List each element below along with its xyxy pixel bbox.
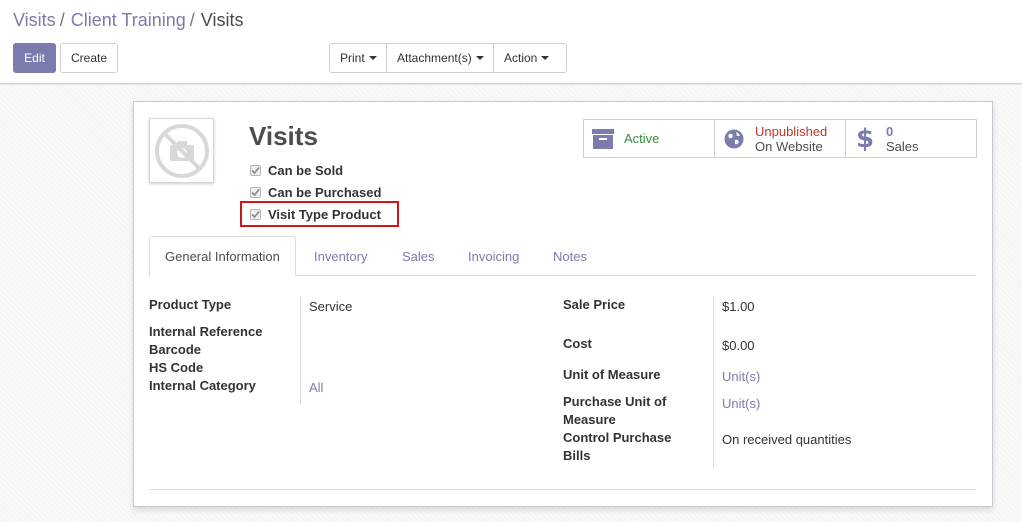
- purchase-uom-label-line1: Purchase Unit of: [563, 394, 667, 409]
- sales-label: Sales: [886, 138, 919, 154]
- barcode-label: Barcode: [149, 342, 202, 357]
- control-purchase-bills-label-line1: Control Purchase: [563, 430, 672, 445]
- caret-down-icon: [541, 56, 550, 60]
- internal-reference-label: Internal Reference: [149, 324, 263, 339]
- tab-invoicing[interactable]: Invoicing: [468, 236, 519, 276]
- highlight-annotation-box: [240, 201, 399, 227]
- tab-general-information[interactable]: General Information: [149, 236, 296, 277]
- hs-code-label: HS Code: [149, 360, 204, 375]
- control-panel: Visits / Client Training / Visits Edit Creat…: [0, 0, 1022, 84]
- can-be-sold-checkbox-row[interactable]: Can be Sold: [250, 162, 343, 178]
- active-label: Active: [624, 131, 660, 146]
- product-type-value[interactable]: Service: [309, 298, 352, 316]
- control-purchase-bills-value[interactable]: On received quantities: [722, 431, 851, 449]
- can-be-sold-label: Can be Sold: [268, 162, 344, 178]
- edit-button[interactable]: Edit: [13, 43, 56, 73]
- unit-of-measure-label: Unit of Measure: [563, 367, 661, 382]
- breadcrumb-visits-link[interactable]: Visits: [13, 10, 56, 30]
- tab-notes[interactable]: Notes: [553, 236, 587, 276]
- notebook-tabs: General Information Inventory Sales Invo…: [149, 236, 976, 277]
- can-be-purchased-checkbox-row[interactable]: Can be Purchased: [250, 184, 381, 200]
- dollar-icon: $: [855, 123, 875, 154]
- tab-sales[interactable]: Sales: [402, 236, 435, 276]
- breadcrumb-separator: /: [189, 10, 195, 30]
- smart-buttons: Active Unpublished On Website $ 0 Sales: [583, 119, 977, 158]
- cost-value[interactable]: $0.00: [722, 337, 755, 355]
- attachments-label: Attachment(s): [397, 51, 472, 65]
- action-label: Action: [504, 51, 538, 65]
- caret-down-icon: [475, 56, 484, 60]
- sales-count: 0: [886, 123, 894, 139]
- product-image[interactable]: [149, 118, 214, 183]
- tab-inventory[interactable]: Inventory: [314, 236, 367, 276]
- breadcrumb-current: Visits: [200, 10, 244, 30]
- purchase-uom-label-line2: Measure: [563, 412, 616, 427]
- control-purchase-bills-label-line2: Bills: [563, 448, 591, 463]
- no-camera-icon: [154, 123, 209, 178]
- active-toggle-button[interactable]: Active: [584, 120, 714, 157]
- globe-icon: [723, 128, 745, 150]
- unit-of-measure-link[interactable]: Unit(s): [722, 368, 760, 386]
- cost-label: Cost: [563, 336, 592, 351]
- internal-category-link[interactable]: All: [309, 379, 323, 397]
- website-publish-button[interactable]: Unpublished On Website: [714, 120, 845, 157]
- action-button-group: Print Attachment(s) Action: [329, 43, 567, 73]
- sales-smart-button[interactable]: $ 0 Sales: [845, 120, 976, 157]
- caret-down-icon: [368, 56, 377, 60]
- attachments-dropdown-button[interactable]: Attachment(s): [386, 43, 494, 73]
- can-be-purchased-label: Can be Purchased: [268, 184, 382, 200]
- purchase-uom-link[interactable]: Unit(s): [722, 395, 760, 413]
- action-dropdown-button[interactable]: Action: [493, 43, 567, 73]
- sale-price-label: Sale Price: [563, 297, 626, 312]
- breadcrumb-separator: /: [59, 10, 65, 30]
- archive-icon: [592, 128, 614, 150]
- sale-price-value[interactable]: $1.00: [722, 298, 755, 316]
- product-name: Visits: [249, 121, 318, 151]
- breadcrumb-client-training-link[interactable]: Client Training: [71, 10, 186, 30]
- checkbox-checked-icon[interactable]: [250, 186, 261, 198]
- unpublished-label: Unpublished: [755, 123, 828, 139]
- breadcrumb: Visits / Client Training / Visits: [13, 8, 243, 32]
- right-group-divider: [713, 296, 714, 468]
- create-button[interactable]: Create: [60, 43, 118, 73]
- internal-category-label: Internal Category: [149, 378, 256, 393]
- print-dropdown-button[interactable]: Print: [329, 43, 387, 73]
- checkbox-checked-icon[interactable]: [250, 164, 261, 176]
- sheet-bottom-divider: [149, 489, 976, 490]
- left-group-divider: [300, 296, 301, 404]
- print-label: Print: [340, 51, 365, 65]
- product-type-label: Product Type: [149, 297, 232, 312]
- on-website-label: On Website: [755, 138, 823, 154]
